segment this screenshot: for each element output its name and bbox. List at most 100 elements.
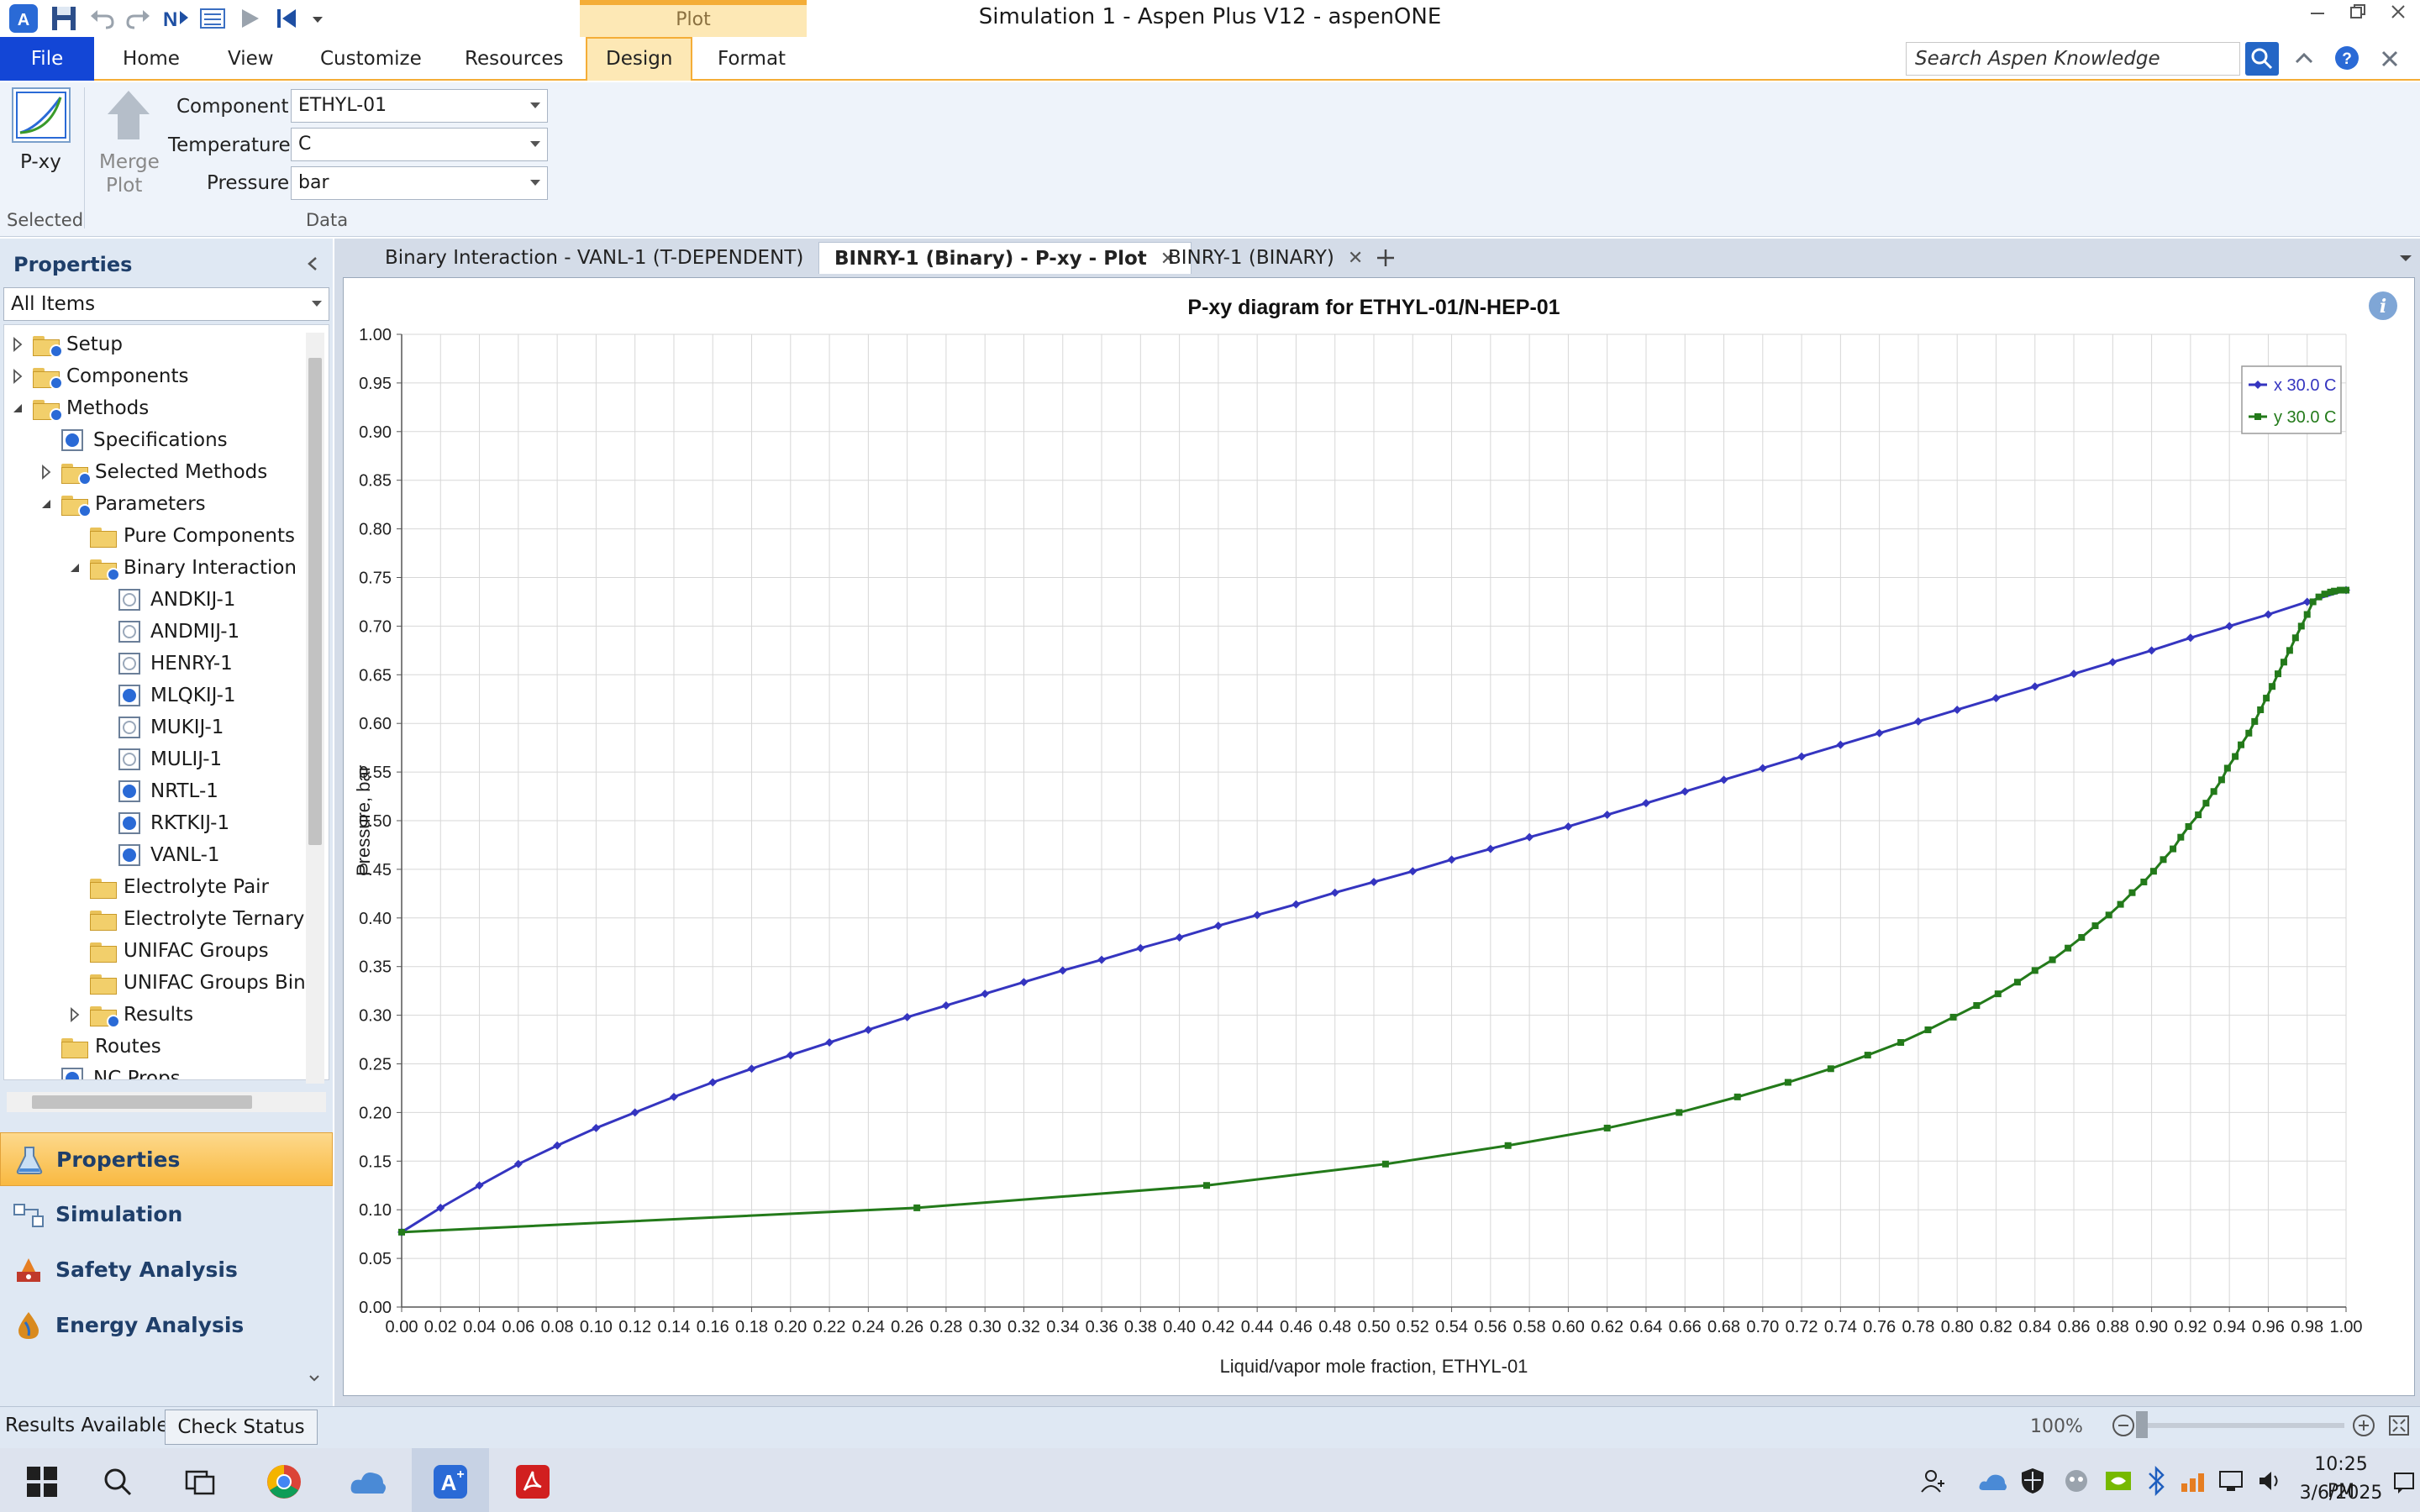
tree-item[interactable]: Electrolyte Pair xyxy=(65,871,269,903)
data-point[interactable] xyxy=(2030,682,2039,691)
data-point[interactable] xyxy=(2070,669,2079,679)
info-icon[interactable]: i xyxy=(2366,289,2400,323)
data-point[interactable] xyxy=(2309,598,2317,606)
tree-item[interactable]: UNIFAC Groups Bin xyxy=(65,967,306,999)
data-point[interactable] xyxy=(1136,943,1145,953)
data-point[interactable] xyxy=(902,1012,912,1021)
data-point[interactable] xyxy=(1681,787,1690,796)
fit-to-window-icon[interactable] xyxy=(2386,1413,2412,1438)
data-point[interactable] xyxy=(1213,921,1223,931)
data-point[interactable] xyxy=(2186,633,2195,643)
data-point[interactable] xyxy=(1733,1093,1741,1100)
data-point[interactable] xyxy=(2257,706,2265,713)
data-point[interactable] xyxy=(2297,622,2305,630)
data-point[interactable] xyxy=(864,1025,873,1034)
data-point[interactable] xyxy=(669,1092,678,1101)
data-point[interactable] xyxy=(1330,888,1339,897)
restore-icon[interactable] xyxy=(2348,2,2368,22)
data-point[interactable] xyxy=(1784,1079,1791,1086)
data-point[interactable] xyxy=(2091,922,2099,930)
data-point[interactable] xyxy=(1097,955,1107,964)
onedrive-icon[interactable] xyxy=(1978,1468,2007,1494)
pxy-chart[interactable]: 0.00 0.02 0.04 0.06 0.08 0.10 0.12 0.14 0.16 0.18… xyxy=(345,279,2412,1393)
navigation-filter-select[interactable]: All Items xyxy=(3,287,329,321)
data-point[interactable] xyxy=(2303,611,2311,618)
expand-arrow-icon[interactable] xyxy=(8,334,28,354)
data-point[interactable] xyxy=(2049,956,2056,963)
data-point[interactable] xyxy=(630,1108,639,1117)
merge-plot-label-2[interactable]: Plot xyxy=(106,175,142,197)
data-point[interactable] xyxy=(2263,695,2270,702)
scroll-thumb[interactable] xyxy=(308,358,322,845)
collapse-arrow-icon[interactable] xyxy=(65,558,85,578)
tree-item[interactable]: Setup xyxy=(8,328,123,360)
data-point[interactable] xyxy=(1953,705,1962,714)
data-point[interactable] xyxy=(1875,728,1884,738)
data-point[interactable] xyxy=(2117,900,2124,908)
volume-icon[interactable] xyxy=(2257,1468,2286,1494)
tree-item[interactable]: HENRY-1 xyxy=(93,648,233,680)
data-point[interactable] xyxy=(786,1051,795,1060)
data-point[interactable] xyxy=(2177,833,2185,841)
data-point[interactable] xyxy=(1564,822,1573,831)
data-point[interactable] xyxy=(1603,1124,1611,1131)
tree-item[interactable]: UNIFAC Groups xyxy=(65,935,269,967)
data-point[interactable] xyxy=(2108,658,2118,667)
data-point[interactable] xyxy=(1991,694,2001,703)
run-icon[interactable] xyxy=(235,4,264,33)
expand-arrow-icon[interactable] xyxy=(8,366,28,386)
data-point[interactable] xyxy=(1641,799,1650,808)
collapse-ribbon-icon[interactable] xyxy=(2291,45,2317,72)
security-shield-icon[interactable] xyxy=(2020,1467,2045,1495)
tab-format[interactable]: Format xyxy=(718,37,786,81)
data-point[interactable] xyxy=(2232,753,2239,760)
data-point[interactable] xyxy=(2140,878,2148,885)
next-icon[interactable]: N xyxy=(161,4,190,33)
data-point[interactable] xyxy=(1486,844,1495,853)
zoom-slider-thumb[interactable] xyxy=(2136,1411,2148,1438)
data-point[interactable] xyxy=(1602,811,1612,820)
tab-view[interactable]: View xyxy=(228,37,274,81)
legend-entry[interactable]: x 30.0 C xyxy=(2274,376,2336,395)
help-icon[interactable]: ? xyxy=(2333,44,2361,72)
aspen-cloud-icon[interactable] xyxy=(348,1465,388,1499)
data-point[interactable] xyxy=(1913,717,1923,726)
data-point[interactable] xyxy=(2337,586,2344,594)
nvidia-icon[interactable] xyxy=(2104,1468,2133,1494)
nav-overflow-icon[interactable] xyxy=(306,1369,323,1386)
tree-item[interactable]: RKTKIJ-1 xyxy=(93,807,229,839)
data-point[interactable] xyxy=(1924,1026,1932,1033)
data-point[interactable] xyxy=(2280,659,2287,666)
data-point[interactable] xyxy=(2202,800,2210,807)
undo-icon[interactable] xyxy=(87,4,116,33)
control-panel-icon[interactable] xyxy=(198,4,227,33)
nav-safety-analysis[interactable]: Safety Analysis xyxy=(0,1243,333,1297)
data-point[interactable] xyxy=(1836,740,1845,749)
close-doc-icon[interactable] xyxy=(2378,47,2402,71)
merge-plot-icon[interactable] xyxy=(99,87,158,143)
tree-item[interactable]: NRTL-1 xyxy=(93,775,218,807)
data-point[interactable] xyxy=(2160,856,2167,864)
collapse-pane-icon[interactable] xyxy=(302,254,323,274)
tree-item[interactable]: Electrolyte Ternary xyxy=(65,903,304,935)
windows-start-icon[interactable] xyxy=(25,1465,59,1499)
zoom-slider[interactable] xyxy=(2139,1423,2344,1428)
data-point[interactable] xyxy=(2031,967,2039,974)
search-input[interactable]: Search Aspen Knowledge xyxy=(1906,42,2240,76)
data-point[interactable] xyxy=(708,1078,718,1087)
data-point[interactable] xyxy=(1719,775,1728,785)
zoom-out-icon[interactable] xyxy=(2111,1413,2136,1438)
nav-simulation[interactable]: Simulation xyxy=(0,1188,333,1242)
data-point[interactable] xyxy=(1504,1142,1512,1149)
data-point[interactable] xyxy=(2149,868,2157,875)
tree-item[interactable]: Results xyxy=(65,999,193,1031)
scroll-thumb[interactable] xyxy=(32,1095,252,1109)
tab-binary-interaction-vanl[interactable]: Binary Interaction - VANL-1 (T-DEPENDENT… xyxy=(370,242,848,274)
data-point[interactable] xyxy=(1758,764,1767,773)
chrome-icon[interactable] xyxy=(266,1463,302,1500)
check-status-button[interactable]: Check Status xyxy=(165,1410,318,1445)
bluetooth-icon[interactable] xyxy=(2146,1465,2166,1497)
data-point[interactable] xyxy=(1949,1013,1957,1021)
network-icon[interactable] xyxy=(2218,1468,2247,1494)
data-point[interactable] xyxy=(1175,932,1184,942)
